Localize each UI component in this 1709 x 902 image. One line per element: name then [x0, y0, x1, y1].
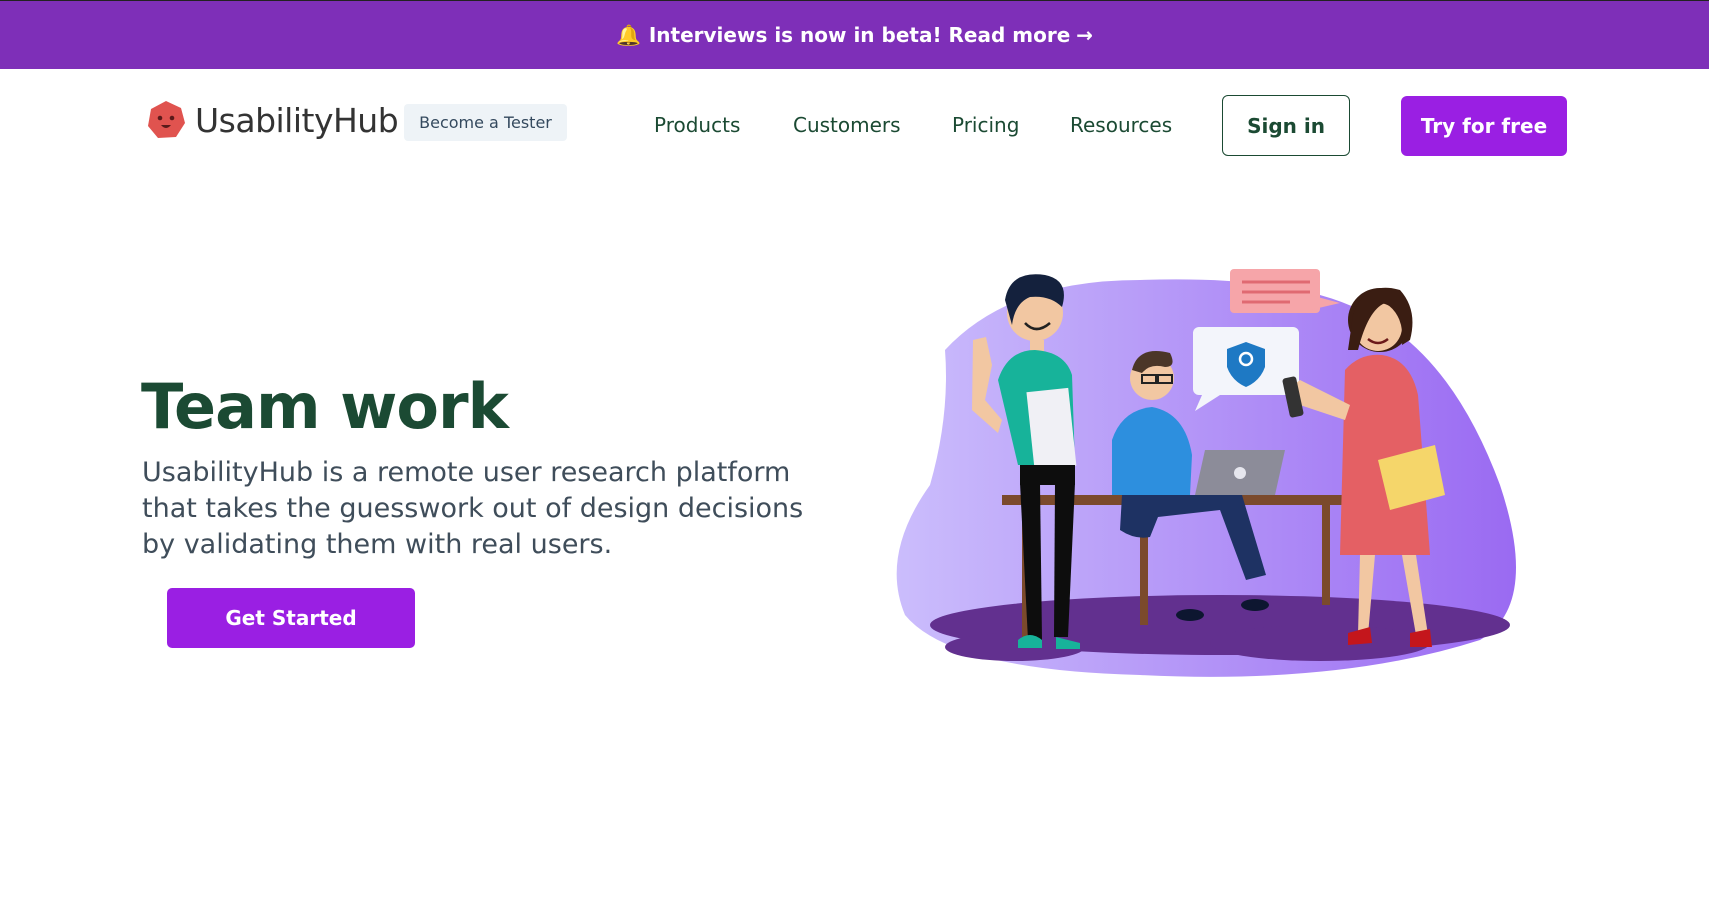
- announcement-banner[interactable]: 🔔 Interviews is now in beta! Read more →: [0, 0, 1709, 69]
- nav-customers[interactable]: Customers: [793, 113, 901, 137]
- sign-in-button[interactable]: Sign in: [1222, 95, 1350, 156]
- nav-products[interactable]: Products: [654, 113, 740, 137]
- hero-description: UsabilityHub is a remote user research p…: [142, 457, 804, 560]
- hero-title: Team work: [141, 370, 509, 443]
- arrow-right-icon: →: [1076, 23, 1094, 47]
- team-work-illustration: [896, 269, 1516, 677]
- logo[interactable]: UsabilityHub: [146, 100, 399, 140]
- logo-text: UsabilityHub: [195, 100, 399, 140]
- get-started-button[interactable]: Get Started: [167, 588, 415, 648]
- nav-resources[interactable]: Resources: [1070, 113, 1172, 137]
- nav-pricing[interactable]: Pricing: [952, 113, 1019, 137]
- logo-mark-icon: [148, 101, 185, 138]
- try-for-free-button[interactable]: Try for free: [1401, 96, 1567, 156]
- bell-icon: 🔔: [615, 23, 641, 47]
- banner-text[interactable]: Interviews is now in beta! Read more: [649, 23, 1070, 47]
- become-tester-button[interactable]: Become a Tester: [404, 104, 567, 141]
